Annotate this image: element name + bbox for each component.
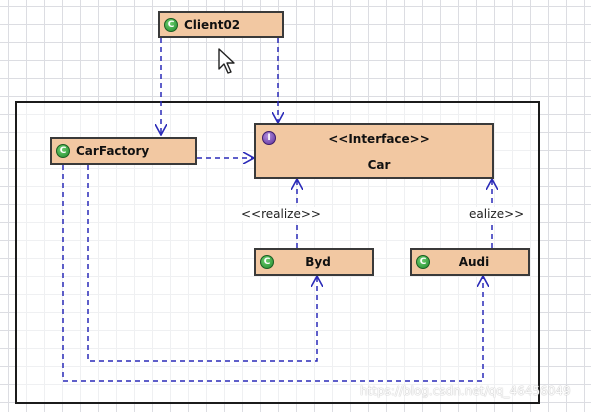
class-audi[interactable]: C Audi	[410, 248, 530, 276]
class-carfactory[interactable]: C CarFactory	[50, 137, 197, 165]
interface-stereotype: <<Interface>>	[328, 132, 430, 146]
class-icon: C	[56, 144, 70, 158]
class-name: CarFactory	[76, 144, 150, 158]
class-icon: C	[416, 255, 430, 269]
realize-label-byd: <<realize>>	[240, 207, 322, 221]
interface-name: Car	[367, 158, 391, 172]
watermark-text: https://blog.csdn.net/qq_46456049	[360, 384, 571, 398]
interface-car[interactable]: I <<Interface>> Car	[254, 123, 494, 179]
realize-label-audi: ealize>>	[468, 207, 526, 221]
relationship-lines	[62, 38, 591, 382]
class-name: Byd	[305, 255, 331, 269]
class-name: Audi	[458, 255, 490, 269]
uml-diagram-canvas: <<realize>> ealize>> C Client02 C CarFac…	[0, 0, 591, 412]
class-icon: C	[260, 255, 274, 269]
class-name: Client02	[184, 17, 241, 32]
class-byd[interactable]: C Byd	[254, 248, 374, 276]
mouse-cursor-icon	[218, 48, 235, 74]
class-client02[interactable]: C Client02	[158, 11, 284, 38]
class-icon: C	[164, 17, 178, 32]
